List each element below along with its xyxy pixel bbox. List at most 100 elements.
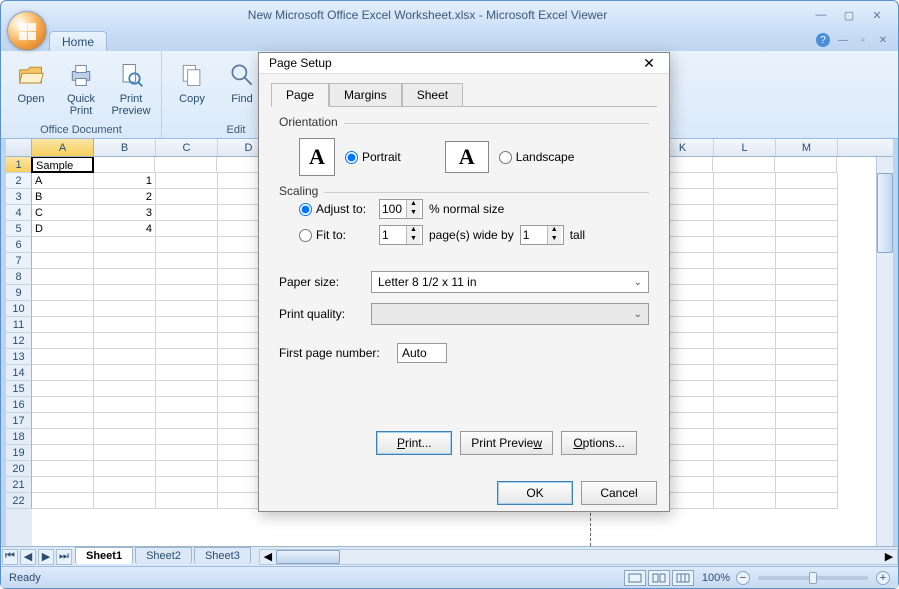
sheet-tab[interactable]: Sheet2 (135, 547, 192, 564)
cell[interactable] (776, 381, 838, 397)
cell[interactable] (156, 365, 218, 381)
row-header[interactable]: 1 (6, 157, 32, 173)
column-header[interactable]: B (94, 139, 156, 156)
cell[interactable] (32, 397, 94, 413)
cell[interactable] (94, 253, 156, 269)
cell[interactable] (714, 461, 776, 477)
cell[interactable] (776, 317, 838, 333)
cell[interactable] (156, 477, 218, 493)
cell[interactable] (156, 269, 218, 285)
scroll-left-icon[interactable]: ◀ (260, 550, 276, 564)
cell[interactable] (776, 237, 838, 253)
cell[interactable] (94, 333, 156, 349)
cell[interactable] (776, 493, 838, 509)
row-header[interactable]: 22 (6, 493, 32, 509)
row-header[interactable]: 11 (6, 317, 32, 333)
cell[interactable] (94, 349, 156, 365)
cell[interactable] (155, 157, 217, 173)
cell[interactable] (94, 381, 156, 397)
minimize-button[interactable]: — (810, 8, 832, 22)
column-header[interactable]: C (156, 139, 218, 156)
cell[interactable] (714, 381, 776, 397)
row-header[interactable]: 8 (6, 269, 32, 285)
cell[interactable] (156, 189, 218, 205)
cell[interactable] (32, 365, 94, 381)
cell[interactable]: A (32, 173, 94, 189)
cell[interactable] (776, 397, 838, 413)
cell[interactable] (714, 221, 776, 237)
zoom-in-button[interactable]: + (876, 571, 890, 585)
dialog-tab-margins[interactable]: Margins (329, 83, 402, 107)
cell[interactable]: 3 (94, 205, 156, 221)
cell[interactable] (776, 173, 838, 189)
cell[interactable] (714, 285, 776, 301)
row-header[interactable]: 13 (6, 349, 32, 365)
cell[interactable] (714, 477, 776, 493)
close-button[interactable]: ✕ (866, 8, 888, 22)
row-header[interactable]: 3 (6, 189, 32, 205)
column-header[interactable]: L (714, 139, 776, 156)
cell[interactable] (714, 189, 776, 205)
cell[interactable] (156, 445, 218, 461)
sheet-nav-prev[interactable]: ◀ (20, 549, 36, 565)
dialog-tab-page[interactable]: Page (271, 83, 329, 107)
row-header[interactable]: 17 (6, 413, 32, 429)
cell[interactable] (156, 205, 218, 221)
cell[interactable] (32, 301, 94, 317)
cell[interactable] (156, 429, 218, 445)
cell[interactable] (156, 381, 218, 397)
cell[interactable] (156, 237, 218, 253)
cell[interactable] (156, 317, 218, 333)
column-header[interactable]: A (32, 139, 94, 156)
first-page-input[interactable]: Auto (397, 343, 447, 363)
view-normal-button[interactable] (624, 570, 646, 586)
cell[interactable] (776, 445, 838, 461)
print-preview-button[interactable]: Print Preview (460, 431, 553, 455)
cell[interactable] (156, 413, 218, 429)
quick-print-button[interactable]: Quick Print (57, 55, 105, 122)
cell[interactable] (32, 237, 94, 253)
cell[interactable]: Sample (31, 157, 94, 173)
spin-down-icon[interactable]: ▼ (406, 235, 420, 244)
spin-up-icon[interactable]: ▲ (406, 200, 420, 209)
cell[interactable] (32, 285, 94, 301)
spin-up-icon[interactable]: ▲ (547, 226, 561, 235)
cell[interactable] (714, 413, 776, 429)
cell[interactable] (32, 477, 94, 493)
cell[interactable] (32, 349, 94, 365)
cell[interactable] (776, 477, 838, 493)
row-header[interactable]: 9 (6, 285, 32, 301)
sheet-tab[interactable]: Sheet3 (194, 547, 251, 564)
cell[interactable] (776, 365, 838, 381)
cell[interactable] (32, 269, 94, 285)
row-header[interactable]: 21 (6, 477, 32, 493)
print-preview-button[interactable]: Print Preview (107, 55, 155, 122)
options-button[interactable]: Options... (561, 431, 637, 455)
row-header[interactable]: 15 (6, 381, 32, 397)
cell[interactable] (776, 349, 838, 365)
cell[interactable] (776, 205, 838, 221)
adjust-to-radio[interactable]: Adjust to: (299, 202, 373, 216)
cell[interactable] (776, 253, 838, 269)
maximize-button[interactable]: ▢ (838, 8, 860, 22)
cell[interactable] (156, 301, 218, 317)
spin-down-icon[interactable]: ▼ (547, 235, 561, 244)
row-header[interactable]: 19 (6, 445, 32, 461)
select-all-corner[interactable] (6, 139, 32, 156)
cell[interactable] (32, 445, 94, 461)
cell[interactable] (714, 493, 776, 509)
cell[interactable] (775, 157, 837, 173)
cell[interactable] (32, 461, 94, 477)
zoom-slider[interactable] (758, 576, 868, 580)
horizontal-scrollbar[interactable]: ◀ ▶ (259, 549, 898, 565)
cell[interactable] (156, 493, 218, 509)
cell[interactable] (714, 253, 776, 269)
cell[interactable] (776, 269, 838, 285)
cell[interactable] (156, 173, 218, 189)
cell[interactable] (94, 461, 156, 477)
cell[interactable] (32, 253, 94, 269)
cell[interactable] (714, 429, 776, 445)
fit-tall-input[interactable]: 1 ▲▼ (520, 225, 564, 245)
ribbon-minimize-button[interactable]: — (836, 33, 850, 47)
scroll-right-icon[interactable]: ▶ (881, 550, 897, 564)
